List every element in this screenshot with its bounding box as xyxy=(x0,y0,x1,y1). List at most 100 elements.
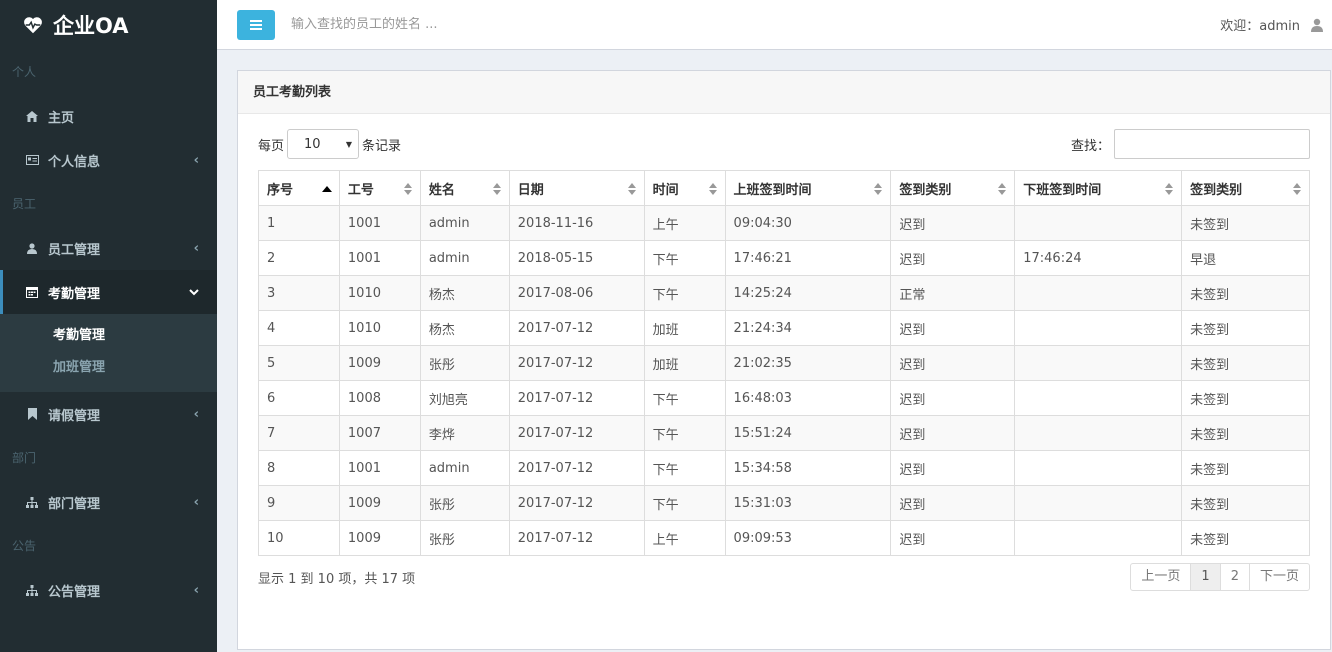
table-cell: 2017-08-06 xyxy=(508,275,645,311)
table-cell: 14:25:24 xyxy=(724,275,892,311)
sidebar-item-profile[interactable]: 个人信息 ‹ xyxy=(0,138,217,182)
table-cell: 1008 xyxy=(338,380,421,416)
table-filter-input[interactable] xyxy=(1114,129,1310,159)
table-row[interactable]: 7 1007 李烨 2017-07-12 下午 15:51:24 迟到 未签到 xyxy=(258,415,1310,451)
table-cell: 刘旭亮 xyxy=(419,380,510,416)
next-page-button[interactable]: 下一页 xyxy=(1248,563,1310,591)
box-title: 员工考勤列表 xyxy=(238,71,1330,114)
table-cell: 21:24:34 xyxy=(724,310,892,346)
sidebar-item-home[interactable]: 主页 xyxy=(0,94,217,138)
column-header[interactable]: 上班签到时间 xyxy=(724,170,892,206)
table-cell: 下午 xyxy=(643,240,726,276)
sidebar-item-attendance-management[interactable]: 考勤管理 xyxy=(0,270,217,314)
attendance-submenu: 考勤管理 加班管理 xyxy=(0,314,217,392)
table-row[interactable]: 2 1001 admin 2018-05-15 下午 17:46:21 迟到 17:46:24… xyxy=(258,240,1310,276)
prev-page-button[interactable]: 上一页 xyxy=(1130,563,1192,591)
employee-search-input[interactable] xyxy=(291,17,691,32)
table-cell xyxy=(1014,520,1183,556)
table-cell: 1001 xyxy=(338,205,421,241)
table-row[interactable]: 8 1001 admin 2017-07-12 下午 15:34:58 迟到 未签到 xyxy=(258,450,1310,486)
length-prefix-label: 每页 xyxy=(258,138,285,154)
sort-both-icon xyxy=(627,183,636,195)
section-header-dept: 部门 xyxy=(12,451,37,465)
top-header: 欢迎：admin xyxy=(217,0,1332,50)
column-header[interactable]: 日期 xyxy=(508,170,645,206)
sort-both-icon xyxy=(492,183,501,195)
sidebar-item-notice-management[interactable]: 公告管理 ‹ xyxy=(0,568,217,612)
sidebar-toggle-button[interactable] xyxy=(237,9,275,40)
table-cell: 未签到 xyxy=(1181,275,1310,311)
calendar-icon xyxy=(25,286,39,298)
table-cell: 迟到 xyxy=(890,205,1016,241)
table-cell xyxy=(1014,415,1183,451)
sort-both-icon xyxy=(403,183,412,195)
table-cell: 2017-07-12 xyxy=(508,380,645,416)
page-length-value: 10 xyxy=(304,136,321,152)
user-icon[interactable] xyxy=(1310,18,1324,32)
page-length-select[interactable]: 10 ▼ xyxy=(287,129,360,159)
welcome-text: 欢迎：admin xyxy=(1220,19,1300,34)
table-cell: 未签到 xyxy=(1181,345,1310,381)
table-cell: 2 xyxy=(258,240,340,276)
table-cell: admin xyxy=(419,240,510,276)
table-row[interactable]: 5 1009 张彤 2017-07-12 加班 21:02:35 迟到 未签到 xyxy=(258,345,1310,381)
table-cell: 5 xyxy=(258,345,340,381)
table-cell: 张彤 xyxy=(419,485,510,521)
table-cell: 未签到 xyxy=(1181,310,1310,346)
table-cell: 10 xyxy=(258,520,340,556)
column-header[interactable]: 下班签到时间 xyxy=(1014,170,1183,206)
table-cell: 未签到 xyxy=(1181,380,1310,416)
id-card-icon xyxy=(25,155,39,165)
table-cell: 15:34:58 xyxy=(724,450,892,486)
table-cell: 未签到 xyxy=(1181,415,1310,451)
sidebar-item-dept-management[interactable]: 部门管理 ‹ xyxy=(0,480,217,524)
page-button-2[interactable]: 2 xyxy=(1219,563,1250,591)
table-cell: admin xyxy=(419,450,510,486)
app-logo[interactable]: 企业OA xyxy=(0,0,217,50)
table-cell: 1009 xyxy=(338,520,421,556)
table-row[interactable]: 9 1009 张彤 2017-07-12 下午 15:31:03 迟到 未签到 xyxy=(258,485,1310,521)
column-header[interactable]: 签到类别 xyxy=(1181,170,1310,206)
table-cell: 15:31:03 xyxy=(724,485,892,521)
submenu-item-overtime[interactable]: 加班管理 xyxy=(0,352,217,384)
table-cell: 7 xyxy=(258,415,340,451)
table-cell: 2017-07-12 xyxy=(508,415,645,451)
submenu-item-attendance[interactable]: 考勤管理 xyxy=(0,320,217,352)
filter-label: 查找： xyxy=(1070,138,1110,154)
table-cell: 2017-07-12 xyxy=(508,310,645,346)
table-info: 显示 1 到 10 项，共 17 项 xyxy=(258,572,416,587)
table-row[interactable]: 10 1009 张彤 2017-07-12 上午 09:09:53 迟到 未签到 xyxy=(258,520,1310,556)
column-header[interactable]: 姓名 xyxy=(419,170,510,206)
length-suffix-label: 条记录 xyxy=(362,138,402,154)
table-cell: 上午 xyxy=(643,205,726,241)
table-row[interactable]: 6 1008 刘旭亮 2017-07-12 下午 16:48:03 迟到 未签到 xyxy=(258,380,1310,416)
table-cell: 迟到 xyxy=(890,415,1016,451)
sidebar-item-leave-management[interactable]: 请假管理 ‹ xyxy=(0,392,217,436)
sort-both-icon xyxy=(874,183,883,195)
sitemap-icon xyxy=(25,584,39,596)
home-icon xyxy=(25,110,39,122)
column-header[interactable]: 签到类别 xyxy=(890,170,1016,206)
table-row[interactable]: 4 1010 杨杰 2017-07-12 加班 21:24:34 迟到 未签到 xyxy=(258,310,1310,346)
table-row[interactable]: 1 1001 admin 2018-11-16 上午 09:04:30 迟到 未签到 xyxy=(258,205,1310,241)
caret-down-icon: ▼ xyxy=(345,139,353,149)
page-button-1[interactable]: 1 xyxy=(1190,563,1221,591)
attendance-list-box: 员工考勤列表 每页 10 ▼ 条记录 查找： 序号 工号 姓名 日期 时间 上班… xyxy=(237,70,1331,650)
sidebar-item-staff-management[interactable]: 员工管理 ‹ xyxy=(0,226,217,270)
sidebar-item-label: 部门管理 xyxy=(48,496,101,512)
table-cell: 迟到 xyxy=(890,450,1016,486)
table-cell: 正常 xyxy=(890,275,1016,311)
table-cell: 下午 xyxy=(643,275,726,311)
table-cell: 09:04:30 xyxy=(724,205,892,241)
column-header[interactable]: 序号 xyxy=(258,170,340,206)
column-header[interactable]: 工号 xyxy=(338,170,421,206)
attendance-table: 序号 工号 姓名 日期 时间 上班签到时间 签到类别 下班签到时间 签到类别 1… xyxy=(258,170,1310,556)
column-header[interactable]: 时间 xyxy=(643,170,726,206)
table-cell: 8 xyxy=(258,450,340,486)
sidebar-item-label: 请假管理 xyxy=(48,408,101,424)
table-cell: 1 xyxy=(258,205,340,241)
section-header-staff: 员工 xyxy=(12,197,37,211)
table-cell: 迟到 xyxy=(890,485,1016,521)
table-body: 1 1001 admin 2018-11-16 上午 09:04:30 迟到 未签到 2 1001… xyxy=(258,205,1310,556)
table-row[interactable]: 3 1010 杨杰 2017-08-06 下午 14:25:24 正常 未签到 xyxy=(258,275,1310,311)
